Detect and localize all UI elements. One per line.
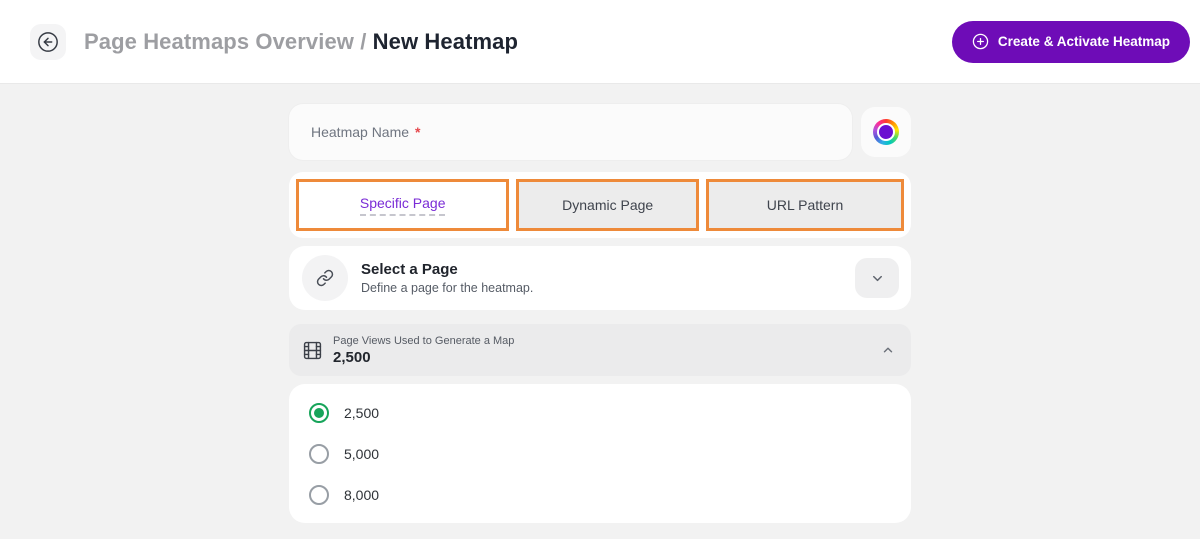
- back-button[interactable]: [30, 24, 66, 60]
- tab-dynamic-page[interactable]: Dynamic Page: [516, 179, 699, 231]
- create-activate-label: Create & Activate Heatmap: [998, 34, 1170, 49]
- tab-url-pattern-label: URL Pattern: [767, 197, 844, 213]
- tab-url-pattern[interactable]: URL Pattern: [706, 179, 904, 231]
- heatmap-name-input[interactable]: Heatmap Name *: [289, 104, 852, 160]
- plus-circle-icon: [972, 33, 989, 50]
- tab-specific-page-label: Specific Page: [360, 195, 446, 216]
- color-picker-button[interactable]: [861, 107, 911, 157]
- header: Page Heatmaps Overview / New Heatmap Cre…: [0, 0, 1200, 84]
- tab-dynamic-page-label: Dynamic Page: [562, 197, 653, 213]
- page-views-text: Page Views Used to Generate a Map 2,500: [333, 335, 514, 366]
- breadcrumb-current: New Heatmap: [373, 29, 518, 54]
- color-wheel-icon: [873, 119, 899, 145]
- option-5000[interactable]: 5,000: [309, 433, 891, 474]
- create-activate-heatmap-button[interactable]: Create & Activate Heatmap: [952, 21, 1190, 63]
- breadcrumb-parent[interactable]: Page Heatmaps Overview: [84, 29, 354, 54]
- app-root: Page Heatmaps Overview / New Heatmap Cre…: [0, 0, 1200, 539]
- page-views-value: 2,500: [333, 349, 514, 366]
- radio-unchecked-icon[interactable]: [309, 444, 329, 464]
- film-icon: [303, 341, 322, 360]
- breadcrumb: Page Heatmaps Overview / New Heatmap: [84, 29, 518, 55]
- option-8000-label: 8,000: [344, 487, 379, 503]
- radio-checked-icon[interactable]: [309, 403, 329, 423]
- chevron-down-icon: [870, 271, 885, 286]
- chevron-up-icon: [881, 343, 895, 357]
- page-views-header[interactable]: Page Views Used to Generate a Map 2,500: [289, 324, 911, 376]
- breadcrumb-separator: /: [360, 29, 366, 54]
- form-column: Heatmap Name * Specific Page Dynamic Pag…: [289, 84, 911, 523]
- page-type-tabs: Specific Page Dynamic Page URL Pattern: [289, 172, 911, 238]
- arrow-left-circle-icon: [37, 31, 59, 53]
- required-asterisk: *: [415, 124, 420, 140]
- heatmap-name-row: Heatmap Name *: [289, 104, 911, 160]
- select-page-subtitle: Define a page for the heatmap.: [361, 281, 533, 295]
- page-views-label: Page Views Used to Generate a Map: [333, 335, 514, 347]
- select-page-dropdown[interactable]: Select a Page Define a page for the heat…: [289, 246, 911, 310]
- option-5000-label: 5,000: [344, 446, 379, 462]
- link-icon: [302, 255, 348, 301]
- heatmap-name-placeholder: Heatmap Name: [311, 124, 409, 140]
- option-2500[interactable]: 2,500: [309, 392, 891, 433]
- page-views-options: 2,500 5,000 8,000: [289, 384, 911, 523]
- select-page-expand-button[interactable]: [855, 258, 899, 298]
- radio-unchecked-icon[interactable]: [309, 485, 329, 505]
- option-2500-label: 2,500: [344, 405, 379, 421]
- option-8000[interactable]: 8,000: [309, 474, 891, 515]
- tab-specific-page[interactable]: Specific Page: [296, 179, 509, 231]
- select-page-title: Select a Page: [361, 261, 533, 278]
- main-content: Heatmap Name * Specific Page Dynamic Pag…: [0, 84, 1200, 539]
- select-page-text: Select a Page Define a page for the heat…: [361, 261, 533, 295]
